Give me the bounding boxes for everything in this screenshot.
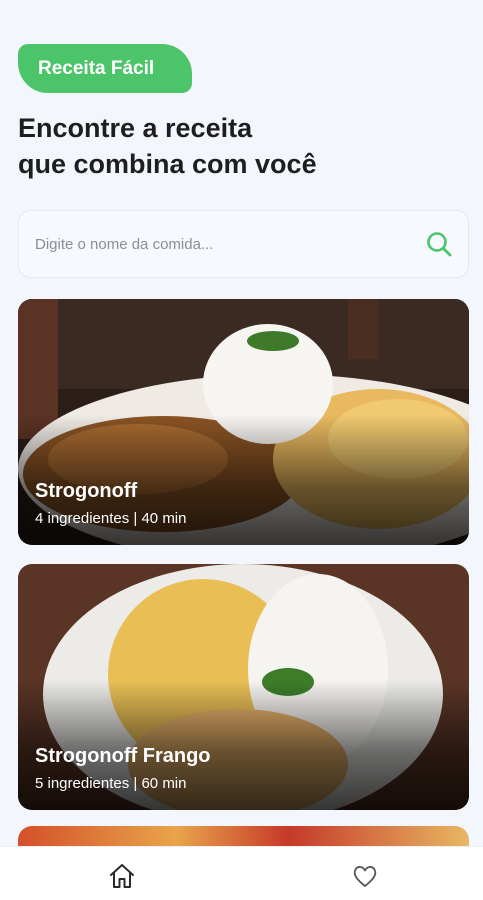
search-bar [18,210,469,278]
headline-line-1: Encontre a receita [18,113,253,143]
recipe-card[interactable]: Strogonoff Frango 5 ingredientes | 60 mi… [18,564,469,810]
search-button[interactable] [424,229,454,259]
recipe-meta: 5 ingredientes | 60 min [35,775,187,792]
nav-favorites-button[interactable] [350,861,380,891]
headline-line-2: que combina com você [18,149,317,179]
search-input[interactable] [35,235,424,253]
home-icon [110,864,134,888]
recipe-meta: 4 ingredientes | 40 min [35,510,187,527]
search-icon [427,232,452,257]
heart-icon [353,866,377,887]
bottom-navigation [0,846,483,900]
app-badge-label: Receita Fácil [38,57,155,79]
page-headline: Encontre a receita que combina com você [18,110,458,182]
app-badge: Receita Fácil [18,44,192,93]
recipe-card[interactable]: Strogonoff 4 ingredientes | 40 min [18,299,469,545]
nav-home-button[interactable] [107,861,137,891]
recipe-title: Strogonoff Frango [35,745,211,767]
recipe-title: Strogonoff [35,480,138,502]
